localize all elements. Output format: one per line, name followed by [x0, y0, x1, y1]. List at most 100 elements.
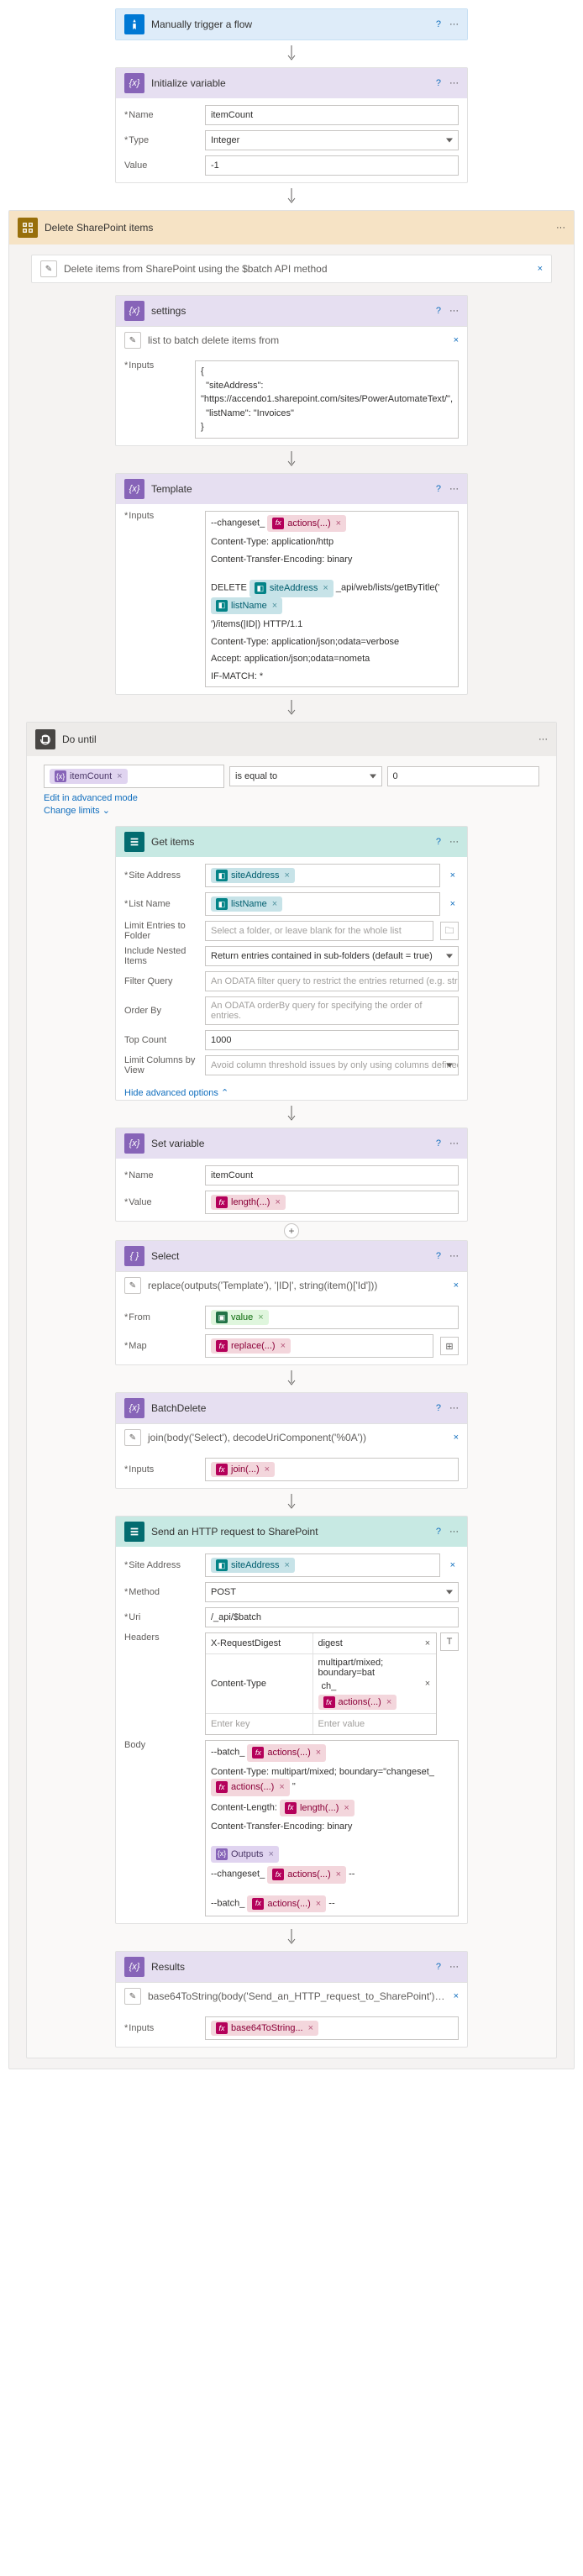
method-select[interactable]: POST	[205, 1582, 459, 1602]
add-action-button[interactable]: +	[44, 1222, 539, 1240]
fx-pill[interactable]: fxactions(...)×	[211, 1779, 290, 1796]
more-icon[interactable]: ···	[449, 484, 459, 494]
dyn-pill[interactable]: ◧siteAddress×	[211, 868, 295, 883]
until-left[interactable]: {x}itemCount×	[44, 765, 224, 788]
close-icon[interactable]: ×	[454, 1433, 459, 1443]
fx-pill[interactable]: fxactions(...)×	[318, 1695, 397, 1710]
from-input[interactable]: ▣value×	[205, 1306, 459, 1329]
filter-query-input[interactable]: An ODATA filter query to restrict the en…	[205, 971, 459, 991]
folder-picker-button[interactable]: 🗀	[440, 922, 459, 940]
help-icon[interactable]: ?	[436, 1527, 441, 1537]
hide-advanced-link[interactable]: Hide advanced options ⌃	[116, 1082, 467, 1100]
limit-cols-select[interactable]: Avoid column threshold issues by only us…	[205, 1055, 459, 1075]
dyn-pill[interactable]: ◧listName×	[211, 597, 282, 615]
fx-pill[interactable]: fxactions(...)×	[247, 1744, 326, 1762]
remove-row-icon[interactable]: ×	[419, 1633, 436, 1653]
help-icon[interactable]: ?	[436, 306, 441, 316]
dyn-pill[interactable]: ◧siteAddress×	[249, 580, 334, 597]
name-input[interactable]: itemCount	[205, 105, 459, 125]
close-icon[interactable]: ×	[454, 1991, 459, 2001]
uri-input[interactable]: /_api/$batch	[205, 1607, 459, 1627]
site-address-input[interactable]: ◧siteAddress×	[205, 864, 440, 887]
header-key[interactable]: Enter key	[206, 1714, 313, 1734]
map-input[interactable]: fxreplace(...)×	[205, 1334, 433, 1358]
dyn-pill[interactable]: ◧listName×	[211, 896, 282, 912]
help-icon[interactable]: ?	[436, 484, 441, 494]
fx-pill[interactable]: fxreplace(...)×	[211, 1338, 291, 1354]
fx-pill[interactable]: fxactions(...)×	[247, 1895, 326, 1913]
more-icon[interactable]: ···	[449, 19, 459, 29]
dyn-pill[interactable]: ◧siteAddress×	[211, 1558, 295, 1573]
list-name-input[interactable]: ◧listName×	[205, 892, 440, 916]
fx-pill[interactable]: fxjoin(...)×	[211, 1462, 275, 1477]
variable-icon: {x}	[124, 1133, 144, 1154]
change-limits-link[interactable]: Change limits ⌄	[44, 805, 539, 816]
more-icon[interactable]: ···	[449, 306, 459, 316]
type-select[interactable]: Integer	[205, 130, 459, 150]
close-icon[interactable]: ×	[454, 1280, 459, 1291]
fx-pill[interactable]: fxactions(...)×	[267, 1866, 346, 1884]
batch-inputs[interactable]: fxjoin(...)×	[205, 1458, 459, 1481]
body-input[interactable]: --batch_ fxactions(...)× Content-Type: m…	[205, 1740, 459, 1916]
results-inputs[interactable]: fxbase64ToString...×	[205, 2016, 459, 2040]
header-value[interactable]: multipart/mixed; boundary=bat ch_ fxacti…	[313, 1654, 420, 1713]
map-mode-button[interactable]: ⊞	[440, 1337, 459, 1355]
batch-desc: join(body('Select'), decodeUriComponent(…	[148, 1432, 447, 1443]
order-by-input[interactable]: An ODATA orderBy query for specifying th…	[205, 996, 459, 1025]
fx-pill[interactable]: fxactions(...)×	[267, 515, 346, 533]
variable-icon: {x}	[124, 73, 144, 93]
more-icon[interactable]: ···	[556, 223, 565, 233]
header-key[interactable]: X-RequestDigest	[206, 1633, 313, 1653]
header-value[interactable]: Enter value	[313, 1714, 420, 1734]
clear-icon[interactable]: ×	[447, 870, 459, 881]
fx-pill[interactable]: fxlength(...)×	[280, 1800, 355, 1817]
dyn-pill[interactable]: ▣value×	[211, 1310, 269, 1325]
var-pill[interactable]: {x}Outputs×	[211, 1846, 279, 1864]
site-address-input[interactable]: ◧siteAddress×	[205, 1553, 440, 1577]
arrow-connector	[8, 40, 575, 67]
value-input[interactable]: -1	[205, 155, 459, 176]
clear-icon[interactable]: ×	[447, 1560, 459, 1570]
top-count-input[interactable]: 1000	[205, 1030, 459, 1050]
settings-title: settings	[151, 305, 429, 317]
text-mode-button[interactable]: T	[440, 1632, 459, 1651]
edit-advanced-link[interactable]: Edit in advanced mode	[44, 793, 539, 803]
help-icon[interactable]: ?	[436, 1251, 441, 1261]
more-icon[interactable]: ···	[538, 734, 548, 744]
until-right[interactable]: 0	[387, 766, 540, 786]
more-icon[interactable]: ···	[449, 1527, 459, 1537]
help-icon[interactable]: ?	[436, 78, 441, 88]
more-icon[interactable]: ···	[449, 78, 459, 88]
help-icon[interactable]: ?	[436, 1962, 441, 1972]
more-icon[interactable]: ···	[449, 1403, 459, 1413]
value-input[interactable]: fxlength(...)×	[205, 1191, 459, 1214]
help-icon[interactable]: ?	[436, 1138, 441, 1149]
fx-pill[interactable]: fxbase64ToString...×	[211, 2021, 318, 2036]
header-key[interactable]: Content-Type	[206, 1654, 313, 1713]
help-icon[interactable]: ?	[436, 1403, 441, 1413]
more-icon[interactable]: ···	[449, 837, 459, 847]
name-input[interactable]: itemCount	[205, 1165, 459, 1185]
more-icon[interactable]: ···	[449, 1138, 459, 1149]
help-icon[interactable]: ?	[436, 19, 441, 29]
include-nested-select[interactable]: Return entries contained in sub-folders …	[205, 946, 459, 966]
until-op[interactable]: is equal to	[229, 766, 382, 786]
close-icon[interactable]: ×	[538, 264, 543, 274]
fx-pill[interactable]: fxlength(...)×	[211, 1195, 286, 1210]
remove-row-icon[interactable]: ×	[419, 1654, 436, 1713]
var-pill[interactable]: {x}itemCount×	[50, 769, 128, 784]
top-count-label: Top Count	[124, 1035, 198, 1045]
results-desc: base64ToString(body('Send_an_HTTP_reques…	[148, 1990, 447, 2002]
clear-icon[interactable]: ×	[447, 899, 459, 909]
arrow-connector	[44, 1924, 539, 1951]
limit-folder-input[interactable]: Select a folder, or leave blank for the …	[205, 921, 433, 941]
close-icon[interactable]: ×	[454, 335, 459, 345]
more-icon[interactable]: ···	[449, 1251, 459, 1261]
help-icon[interactable]: ?	[436, 837, 441, 847]
header-value[interactable]: digest	[313, 1633, 420, 1653]
select-desc: replace(outputs('Template'), '|ID|', str…	[148, 1280, 447, 1291]
more-icon[interactable]: ···	[449, 1962, 459, 1972]
settings-inputs[interactable]: { "siteAddress": "https://accendo1.share…	[195, 360, 459, 439]
template-inputs[interactable]: --changeset_ fxactions(...)× Content-Typ…	[205, 511, 459, 688]
text: "	[292, 1782, 296, 1792]
